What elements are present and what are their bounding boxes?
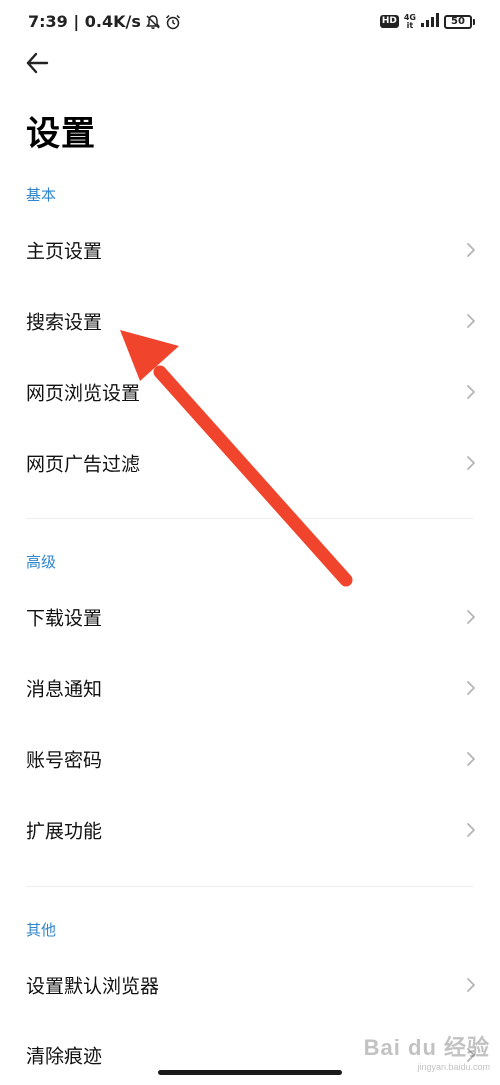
settings-item-label: 下载设置 — [26, 607, 103, 630]
settings-item-accounts-passwords[interactable]: 账号密码 — [0, 729, 500, 789]
settings-item-label: 账号密码 — [26, 749, 103, 772]
chevron-right-icon — [467, 243, 475, 257]
settings-item-label: 消息通知 — [26, 678, 103, 701]
section-header-advanced: 高级 — [26, 553, 57, 571]
chevron-right-icon — [467, 314, 475, 328]
settings-item-browsing[interactable]: 网页浏览设置 — [0, 362, 500, 422]
hd-badge: HD — [379, 15, 399, 28]
chevron-right-icon — [467, 1048, 475, 1062]
back-button[interactable] — [20, 48, 54, 82]
settings-item-label: 主页设置 — [26, 240, 103, 263]
network-type-bottom: it — [406, 20, 414, 30]
notifications-muted-icon — [145, 14, 161, 30]
settings-item-label: 网页浏览设置 — [26, 382, 141, 405]
section-header-basic: 基本 — [26, 186, 57, 204]
settings-item-default-browser[interactable]: 设置默认浏览器 — [0, 955, 500, 1015]
chevron-right-icon — [467, 752, 475, 766]
back-arrow-icon — [24, 50, 50, 80]
chevron-right-icon — [467, 385, 475, 399]
settings-item-clear-traces[interactable]: 清除痕迹 — [0, 1025, 500, 1085]
chevron-right-icon — [467, 978, 475, 992]
settings-item-ad-filter[interactable]: 网页广告过滤 — [0, 433, 500, 493]
settings-item-extensions[interactable]: 扩展功能 — [0, 800, 500, 860]
settings-item-label: 扩展功能 — [26, 820, 103, 843]
status-time-speed: 7:39 | 0.4K/s — [28, 12, 141, 31]
page-title: 设置 — [26, 114, 96, 154]
chevron-right-icon — [467, 823, 475, 837]
settings-item-label: 设置默认浏览器 — [26, 975, 160, 998]
chevron-right-icon — [467, 681, 475, 695]
alarm-clock-icon — [165, 14, 181, 30]
status-left: 7:39 | 0.4K/s — [28, 12, 181, 31]
section-header-other: 其他 — [26, 921, 57, 939]
status-bar: 7:39 | 0.4K/s HD 4G it 50 — [0, 0, 500, 44]
settings-item-label: 网页广告过滤 — [26, 453, 141, 476]
settings-item-search[interactable]: 搜索设置 — [0, 291, 500, 351]
settings-item-homepage[interactable]: 主页设置 — [0, 220, 500, 280]
signal-icon — [421, 12, 439, 31]
home-indicator[interactable] — [158, 1070, 342, 1075]
settings-item-notifications[interactable]: 消息通知 — [0, 658, 500, 718]
status-right: HD 4G it 50 — [379, 12, 475, 31]
network-type: 4G it — [404, 13, 416, 30]
settings-item-label: 搜索设置 — [26, 311, 103, 334]
settings-item-label: 清除痕迹 — [26, 1045, 103, 1068]
annotation-arrow — [120, 330, 353, 587]
section-divider — [26, 518, 474, 519]
chevron-right-icon — [467, 456, 475, 470]
chevron-right-icon — [467, 610, 475, 624]
battery-icon: 50 — [444, 14, 475, 29]
settings-item-download[interactable]: 下载设置 — [0, 587, 500, 647]
section-divider — [26, 886, 474, 887]
